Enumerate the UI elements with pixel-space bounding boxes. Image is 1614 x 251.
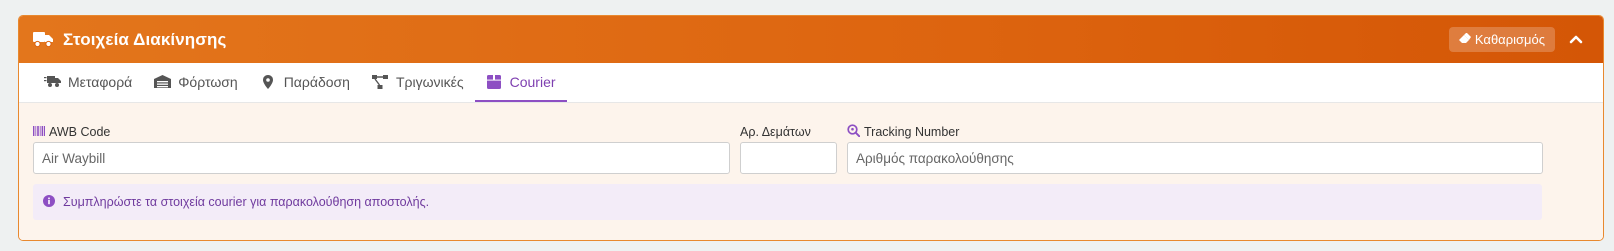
info-alert: Συμπληρώστε τα στοιχεία courier για παρα… bbox=[33, 184, 1542, 220]
tab-courier[interactable]: Courier bbox=[474, 63, 567, 102]
tracking-label: Tracking Number bbox=[847, 123, 1543, 141]
tab-label: Φόρτωση bbox=[178, 73, 238, 90]
awb-field-group: AWB Code bbox=[33, 123, 730, 174]
shipping-details-card: Στοιχεία Διακίνησης Καθαρισμός Μεταφορά … bbox=[18, 15, 1604, 241]
courier-fields: AWB Code Αρ. Δεμάτων bbox=[33, 123, 1589, 174]
bundles-input[interactable] bbox=[740, 142, 837, 174]
barcode-icon bbox=[33, 125, 45, 139]
box-icon bbox=[486, 74, 503, 89]
courier-panel: AWB Code Αρ. Δεμάτων bbox=[19, 103, 1603, 240]
tab-loading[interactable]: Φόρτωση bbox=[143, 63, 248, 102]
tab-transport[interactable]: Μεταφορά bbox=[33, 63, 143, 102]
awb-input[interactable] bbox=[33, 142, 730, 174]
eraser-icon bbox=[1458, 32, 1471, 47]
truck-fast-icon bbox=[44, 75, 61, 89]
tab-label: Courier bbox=[509, 73, 556, 90]
tab-label: Παράδοση bbox=[283, 73, 350, 90]
card-header: Στοιχεία Διακίνησης Καθαρισμός bbox=[19, 16, 1603, 63]
clear-button-label: Καθαρισμός bbox=[1474, 32, 1545, 47]
awb-label-text: AWB Code bbox=[49, 125, 111, 139]
card-title: Στοιχεία Διακίνησης bbox=[63, 29, 227, 49]
tab-bar: Μεταφορά Φόρτωση Παράδοση Τριγωνικές Cou… bbox=[19, 63, 1603, 103]
warehouse-icon bbox=[154, 75, 172, 89]
tracking-label-text: Tracking Number bbox=[864, 125, 960, 139]
tab-triangular[interactable]: Τριγωνικές bbox=[361, 63, 475, 102]
tab-label: Τριγωνικές bbox=[395, 73, 464, 90]
bundles-field-group: Αρ. Δεμάτων bbox=[740, 123, 837, 174]
tracking-input[interactable] bbox=[847, 142, 1543, 174]
info-icon bbox=[43, 194, 55, 210]
search-location-icon bbox=[847, 124, 861, 140]
map-pin-icon bbox=[260, 74, 277, 89]
bundles-label: Αρ. Δεμάτων bbox=[740, 123, 837, 141]
tab-delivery[interactable]: Παράδοση bbox=[249, 63, 361, 102]
chevron-up-icon bbox=[1569, 31, 1583, 49]
awb-label: AWB Code bbox=[33, 123, 730, 141]
collapse-button[interactable] bbox=[1563, 27, 1589, 53]
bundles-label-text: Αρ. Δεμάτων bbox=[740, 125, 811, 139]
clear-button[interactable]: Καθαρισμός bbox=[1448, 27, 1555, 52]
info-text: Συμπληρώστε τα στοιχεία courier για παρα… bbox=[63, 195, 430, 209]
triangle-network-icon bbox=[372, 74, 389, 89]
truck-icon bbox=[33, 31, 55, 49]
tab-label: Μεταφορά bbox=[68, 73, 133, 90]
tracking-field-group: Tracking Number bbox=[847, 123, 1543, 174]
